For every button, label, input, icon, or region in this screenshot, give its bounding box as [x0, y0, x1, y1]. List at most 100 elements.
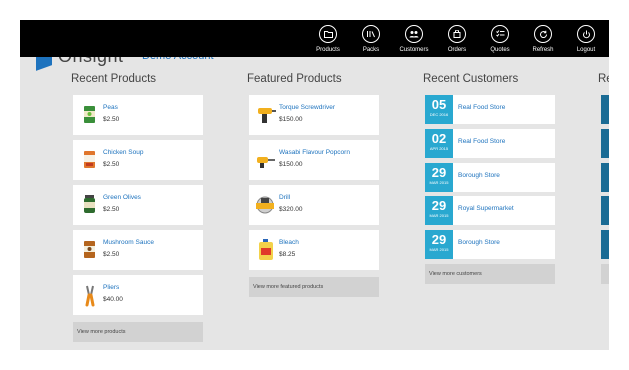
customer-card[interactable]: 05 DEC 2016 Real Food Store: [425, 95, 555, 124]
product-name[interactable]: Mushroom Sauce: [103, 239, 154, 246]
product-card[interactable]: Bleach $8.25: [249, 230, 379, 270]
people-icon: [405, 25, 423, 43]
customer-date-tile: 29 MAR 2015: [425, 196, 453, 225]
customer-date-month: MAR 2015: [429, 180, 449, 185]
nav-logout-button[interactable]: Logout: [565, 25, 607, 53]
sauce-can-icon: [79, 238, 101, 262]
view-more-products-label: View more products: [77, 329, 126, 335]
product-price: $150.00: [279, 116, 303, 123]
nav-logout-label: Logout: [576, 47, 596, 53]
product-card[interactable]: Pliers $40.00: [73, 275, 203, 315]
nav-refresh-label: Refresh: [532, 47, 554, 53]
customer-date-day: 29: [431, 232, 447, 247]
book-icon: [362, 25, 380, 43]
refresh-icon: [534, 25, 552, 43]
checklist-icon: [491, 25, 509, 43]
bag-icon: [448, 25, 466, 43]
customer-date-day: 02: [431, 131, 447, 146]
customer-date-day: 29: [431, 198, 447, 213]
customer-date-month: MAR 2015: [429, 247, 449, 252]
screwdriver-icon: [255, 148, 277, 172]
view-more-featured-button[interactable]: View more featured products: [249, 277, 379, 297]
product-name[interactable]: Bleach: [279, 239, 299, 246]
product-card[interactable]: Green Olives $2.50: [73, 185, 203, 225]
saw-icon: [252, 193, 278, 217]
recent-customers-title: Recent Customers: [423, 73, 519, 85]
product-price: $2.50: [103, 206, 120, 213]
product-card[interactable]: Drill $320.00: [249, 185, 379, 225]
cutoff-date-tile[interactable]: [601, 196, 609, 225]
product-name[interactable]: Green Olives: [103, 194, 141, 201]
product-price: $2.50: [103, 161, 120, 168]
cutoff-section-title: Re: [598, 73, 609, 85]
customer-card[interactable]: 29 MAR 2015 Borough Store: [425, 163, 555, 192]
product-price: $40.00: [103, 296, 123, 303]
customer-name[interactable]: Borough Store: [458, 239, 500, 246]
product-price: $320.00: [279, 206, 303, 213]
customer-date-tile: 02 APR 2015: [425, 129, 453, 158]
customer-name[interactable]: Real Food Store: [458, 138, 505, 145]
cutoff-date-tile[interactable]: [601, 230, 609, 259]
product-name[interactable]: Pliers: [103, 284, 119, 291]
drill-icon: [255, 103, 277, 127]
nav-packs-label: Packs: [362, 47, 380, 53]
customer-date-day: 05: [431, 97, 447, 112]
view-more-customers-label: View more customers: [429, 271, 482, 277]
nav-quotes-button[interactable]: Quotes: [479, 25, 521, 53]
product-price: $8.25: [279, 251, 296, 258]
pliers-icon: [79, 283, 101, 307]
cutoff-view-more[interactable]: [601, 264, 609, 284]
product-card[interactable]: Torque Screwdriver $150.00: [249, 95, 379, 135]
nav-products-label: Products: [316, 47, 340, 53]
product-card[interactable]: Mushroom Sauce $2.50: [73, 230, 203, 270]
customer-name[interactable]: Royal Supermarket: [458, 205, 514, 212]
nav-customers-label: Customers: [399, 47, 429, 53]
customer-date-tile: 05 DEC 2016: [425, 95, 453, 124]
nav-products-button[interactable]: Products: [307, 25, 349, 53]
nav-orders-label: Orders: [447, 47, 467, 53]
product-card[interactable]: Chicken Soup $2.50: [73, 140, 203, 180]
cutoff-date-tile[interactable]: [601, 163, 609, 192]
top-nav-bar: Products Packs Customers Orders Quotes R…: [20, 20, 609, 57]
customer-date-month: DEC 2016: [429, 112, 449, 117]
product-card[interactable]: Wasabi Flavour Popcorn $150.00: [249, 140, 379, 180]
featured-products-title: Featured Products: [247, 73, 342, 85]
product-name[interactable]: Torque Screwdriver: [279, 104, 335, 111]
cutoff-date-tile[interactable]: [601, 129, 609, 158]
customer-card[interactable]: 02 APR 2015 Real Food Store: [425, 129, 555, 158]
product-name[interactable]: Chicken Soup: [103, 149, 143, 156]
product-name[interactable]: Wasabi Flavour Popcorn: [279, 149, 350, 156]
customer-date-day: 29: [431, 165, 447, 180]
product-name[interactable]: Drill: [279, 194, 290, 201]
bleach-icon: [255, 238, 277, 262]
product-card[interactable]: Peas $2.50: [73, 95, 203, 135]
nav-refresh-button[interactable]: Refresh: [522, 25, 564, 53]
power-icon: [577, 25, 595, 43]
customer-card[interactable]: 29 MAR 2015 Royal Supermarket: [425, 196, 555, 225]
customer-date-tile: 29 MAR 2015: [425, 163, 453, 192]
can-icon: [79, 103, 101, 127]
nav-orders-button[interactable]: Orders: [436, 25, 478, 53]
nav-quotes-label: Quotes: [490, 47, 510, 53]
product-name[interactable]: Peas: [103, 104, 118, 111]
customer-name[interactable]: Borough Store: [458, 172, 500, 179]
recent-products-title: Recent Products: [71, 73, 157, 85]
customer-date-month: MAR 2015: [429, 213, 449, 218]
nav-customers-button[interactable]: Customers: [393, 25, 435, 53]
customer-date-month: APR 2015: [429, 146, 449, 151]
product-price: $2.50: [103, 251, 120, 258]
folder-icon: [319, 25, 337, 43]
soup-can-icon: [79, 148, 101, 172]
view-more-featured-label: View more featured products: [253, 284, 324, 290]
app-window: Products Packs Customers Orders Quotes R…: [20, 20, 609, 350]
customer-name[interactable]: Real Food Store: [458, 104, 505, 111]
nav-packs-button[interactable]: Packs: [350, 25, 392, 53]
customer-card[interactable]: 29 MAR 2015 Borough Store: [425, 230, 555, 259]
product-price: $2.50: [103, 116, 120, 123]
view-more-customers-button[interactable]: View more customers: [425, 264, 555, 284]
product-price: $150.00: [279, 161, 303, 168]
view-more-products-button[interactable]: View more products: [73, 322, 203, 342]
cutoff-date-tile[interactable]: [601, 95, 609, 124]
customer-date-tile: 29 MAR 2015: [425, 230, 453, 259]
olive-jar-icon: [79, 193, 101, 217]
